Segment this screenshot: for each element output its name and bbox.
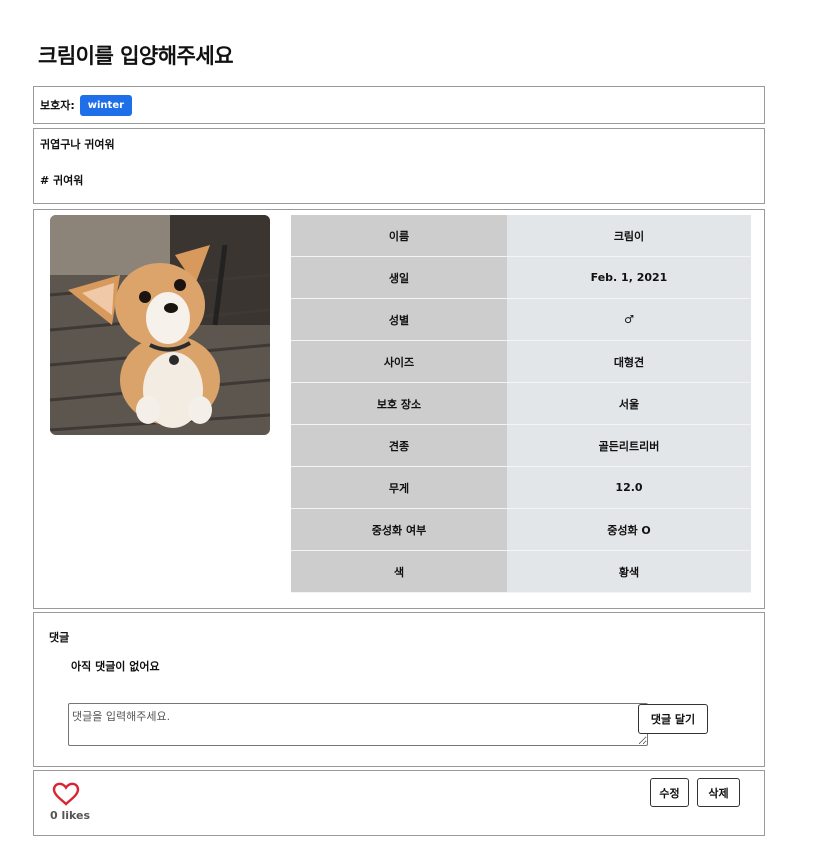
pet-info-value: 황색 xyxy=(507,550,751,593)
comment-input[interactable] xyxy=(68,703,648,746)
pet-info-row: 보호 장소 서울 xyxy=(291,382,751,425)
pet-info-row: 이름 크림이 xyxy=(291,215,751,257)
guardian-label: 보호자: xyxy=(40,99,75,112)
pet-info-row: 사이즈 대형견 xyxy=(291,340,751,383)
pet-info-table: 이름 크림이 생일 Feb. 1, 2021 성별 ♂ 사이즈 대형견 보호 장소 서울 … xyxy=(291,215,751,593)
pet-info-value: Feb. 1, 2021 xyxy=(507,256,751,299)
pet-info-value: 대형견 xyxy=(507,340,751,383)
pet-photo xyxy=(50,215,270,435)
pet-info-row: 무게 12.0 xyxy=(291,466,751,509)
footer-section: 0 likes 수정 삭제 xyxy=(33,770,765,836)
pet-info-key: 색 xyxy=(291,550,507,593)
pet-info-key: 성별 xyxy=(291,298,507,341)
description-section: 귀엽구나 귀여워 # 귀여워 xyxy=(33,128,765,204)
heart-icon[interactable] xyxy=(52,782,80,806)
pet-info-key: 사이즈 xyxy=(291,340,507,383)
comments-empty-text: 아직 댓글이 없어요 xyxy=(71,660,160,673)
pet-info-key: 무게 xyxy=(291,466,507,509)
pet-info-value: 중성화 O xyxy=(507,508,751,551)
pet-info-row: 견종 골든리트리버 xyxy=(291,424,751,467)
pet-info-section: 이름 크림이 생일 Feb. 1, 2021 성별 ♂ 사이즈 대형견 보호 장소 서울 … xyxy=(33,209,765,609)
pet-info-value: 골든리트리버 xyxy=(507,424,751,467)
pet-info-key: 견종 xyxy=(291,424,507,467)
pet-info-key: 생일 xyxy=(291,256,507,299)
likes-count: 0 likes xyxy=(50,809,91,822)
comments-title: 댓글 xyxy=(49,631,70,644)
page-title: 크림이를 입양해주세요 xyxy=(38,44,234,68)
pet-info-value: 서울 xyxy=(507,382,751,425)
description-text: 귀엽구나 귀여워 xyxy=(40,138,115,151)
guardian-badge[interactable]: winter xyxy=(79,94,133,116)
pet-info-key: 중성화 여부 xyxy=(291,508,507,551)
delete-button[interactable]: 삭제 xyxy=(697,778,740,807)
pet-info-value: 크림이 xyxy=(507,215,751,257)
pet-info-row: 생일 Feb. 1, 2021 xyxy=(291,256,751,299)
pet-info-value: 12.0 xyxy=(507,466,751,509)
edit-button[interactable]: 수정 xyxy=(650,778,689,807)
description-tag: # 귀여워 xyxy=(40,174,84,187)
pet-info-key: 이름 xyxy=(291,215,507,257)
pet-info-row: 성별 ♂ xyxy=(291,298,751,341)
guardian-section: 보호자: winter xyxy=(33,86,765,124)
pet-info-row: 중성화 여부 중성화 O xyxy=(291,508,751,551)
comments-section: 댓글 아직 댓글이 없어요 댓글 달기 xyxy=(33,612,765,767)
pet-info-row: 색 황색 xyxy=(291,550,751,593)
pet-info-key: 보호 장소 xyxy=(291,382,507,425)
comment-submit-button[interactable]: 댓글 달기 xyxy=(638,704,708,734)
pet-photo-image xyxy=(50,215,270,435)
pet-info-value: ♂ xyxy=(507,298,751,341)
